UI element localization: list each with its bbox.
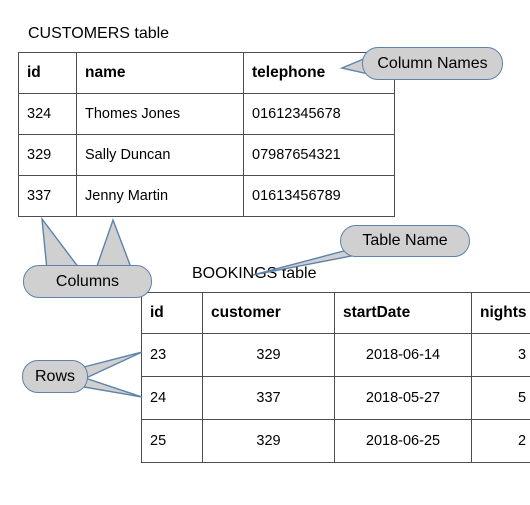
column-header-id: id [141, 292, 203, 334]
table-row: 25 329 2018-06-25 2 [141, 419, 530, 463]
cell-id: 329 [18, 134, 77, 176]
bookings-table: id customer startDate nights 23 329 2018… [141, 292, 530, 463]
column-header-startdate: startDate [334, 292, 472, 334]
table-row: 324 Thomes Jones 01612345678 [18, 93, 395, 135]
column-header-name: name [76, 52, 244, 94]
cell-name: Thomes Jones [76, 93, 244, 135]
cell-customer: 329 [202, 419, 335, 463]
cell-id: 24 [141, 376, 203, 420]
customers-table-title: CUSTOMERS table [28, 25, 170, 42]
customers-table: id name telephone 324 Thomes Jones 01612… [18, 52, 395, 217]
rows-tail-lower [83, 377, 143, 398]
cell-startdate: 2018-06-14 [334, 333, 472, 377]
cell-nights: 2 [471, 419, 530, 463]
rows-tail-upper [83, 351, 143, 380]
column-header-customer: customer [202, 292, 335, 334]
table-row: 23 329 2018-06-14 3 [141, 333, 530, 377]
cell-customer: 329 [202, 333, 335, 377]
table-row: 329 Sally Duncan 07987654321 [18, 134, 395, 176]
table-header-row: id name telephone [18, 52, 395, 94]
cell-startdate: 2018-06-25 [334, 419, 472, 463]
cell-telephone: 01612345678 [243, 93, 395, 135]
bookings-table-title: BOOKINGS table [192, 265, 317, 282]
diagram-canvas: CUSTOMERS table id name telephone 324 Th… [0, 0, 530, 505]
cell-id: 324 [18, 93, 77, 135]
callout-rows: Rows [22, 360, 88, 393]
columns-tail-left [41, 216, 81, 271]
callout-column-names: Column Names [362, 47, 503, 80]
column-header-id: id [18, 52, 77, 94]
table-header-row: id customer startDate nights [141, 292, 530, 334]
cell-name: Jenny Martin [76, 175, 244, 217]
cell-id: 25 [141, 419, 203, 463]
table-row: 337 Jenny Martin 01613456789 [18, 175, 395, 217]
cell-id: 337 [18, 175, 77, 217]
column-header-nights: nights [471, 292, 530, 334]
cell-telephone: 07987654321 [243, 134, 395, 176]
callout-columns: Columns [23, 265, 152, 298]
cell-startdate: 2018-05-27 [334, 376, 472, 420]
cell-customer: 337 [202, 376, 335, 420]
cell-nights: 5 [471, 376, 530, 420]
table-row: 24 337 2018-05-27 5 [141, 376, 530, 420]
cell-id: 23 [141, 333, 203, 377]
cell-telephone: 01613456789 [243, 175, 395, 217]
columns-tail-right [95, 217, 134, 271]
callout-table-name: Table Name [340, 225, 470, 257]
cell-nights: 3 [471, 333, 530, 377]
cell-name: Sally Duncan [76, 134, 244, 176]
